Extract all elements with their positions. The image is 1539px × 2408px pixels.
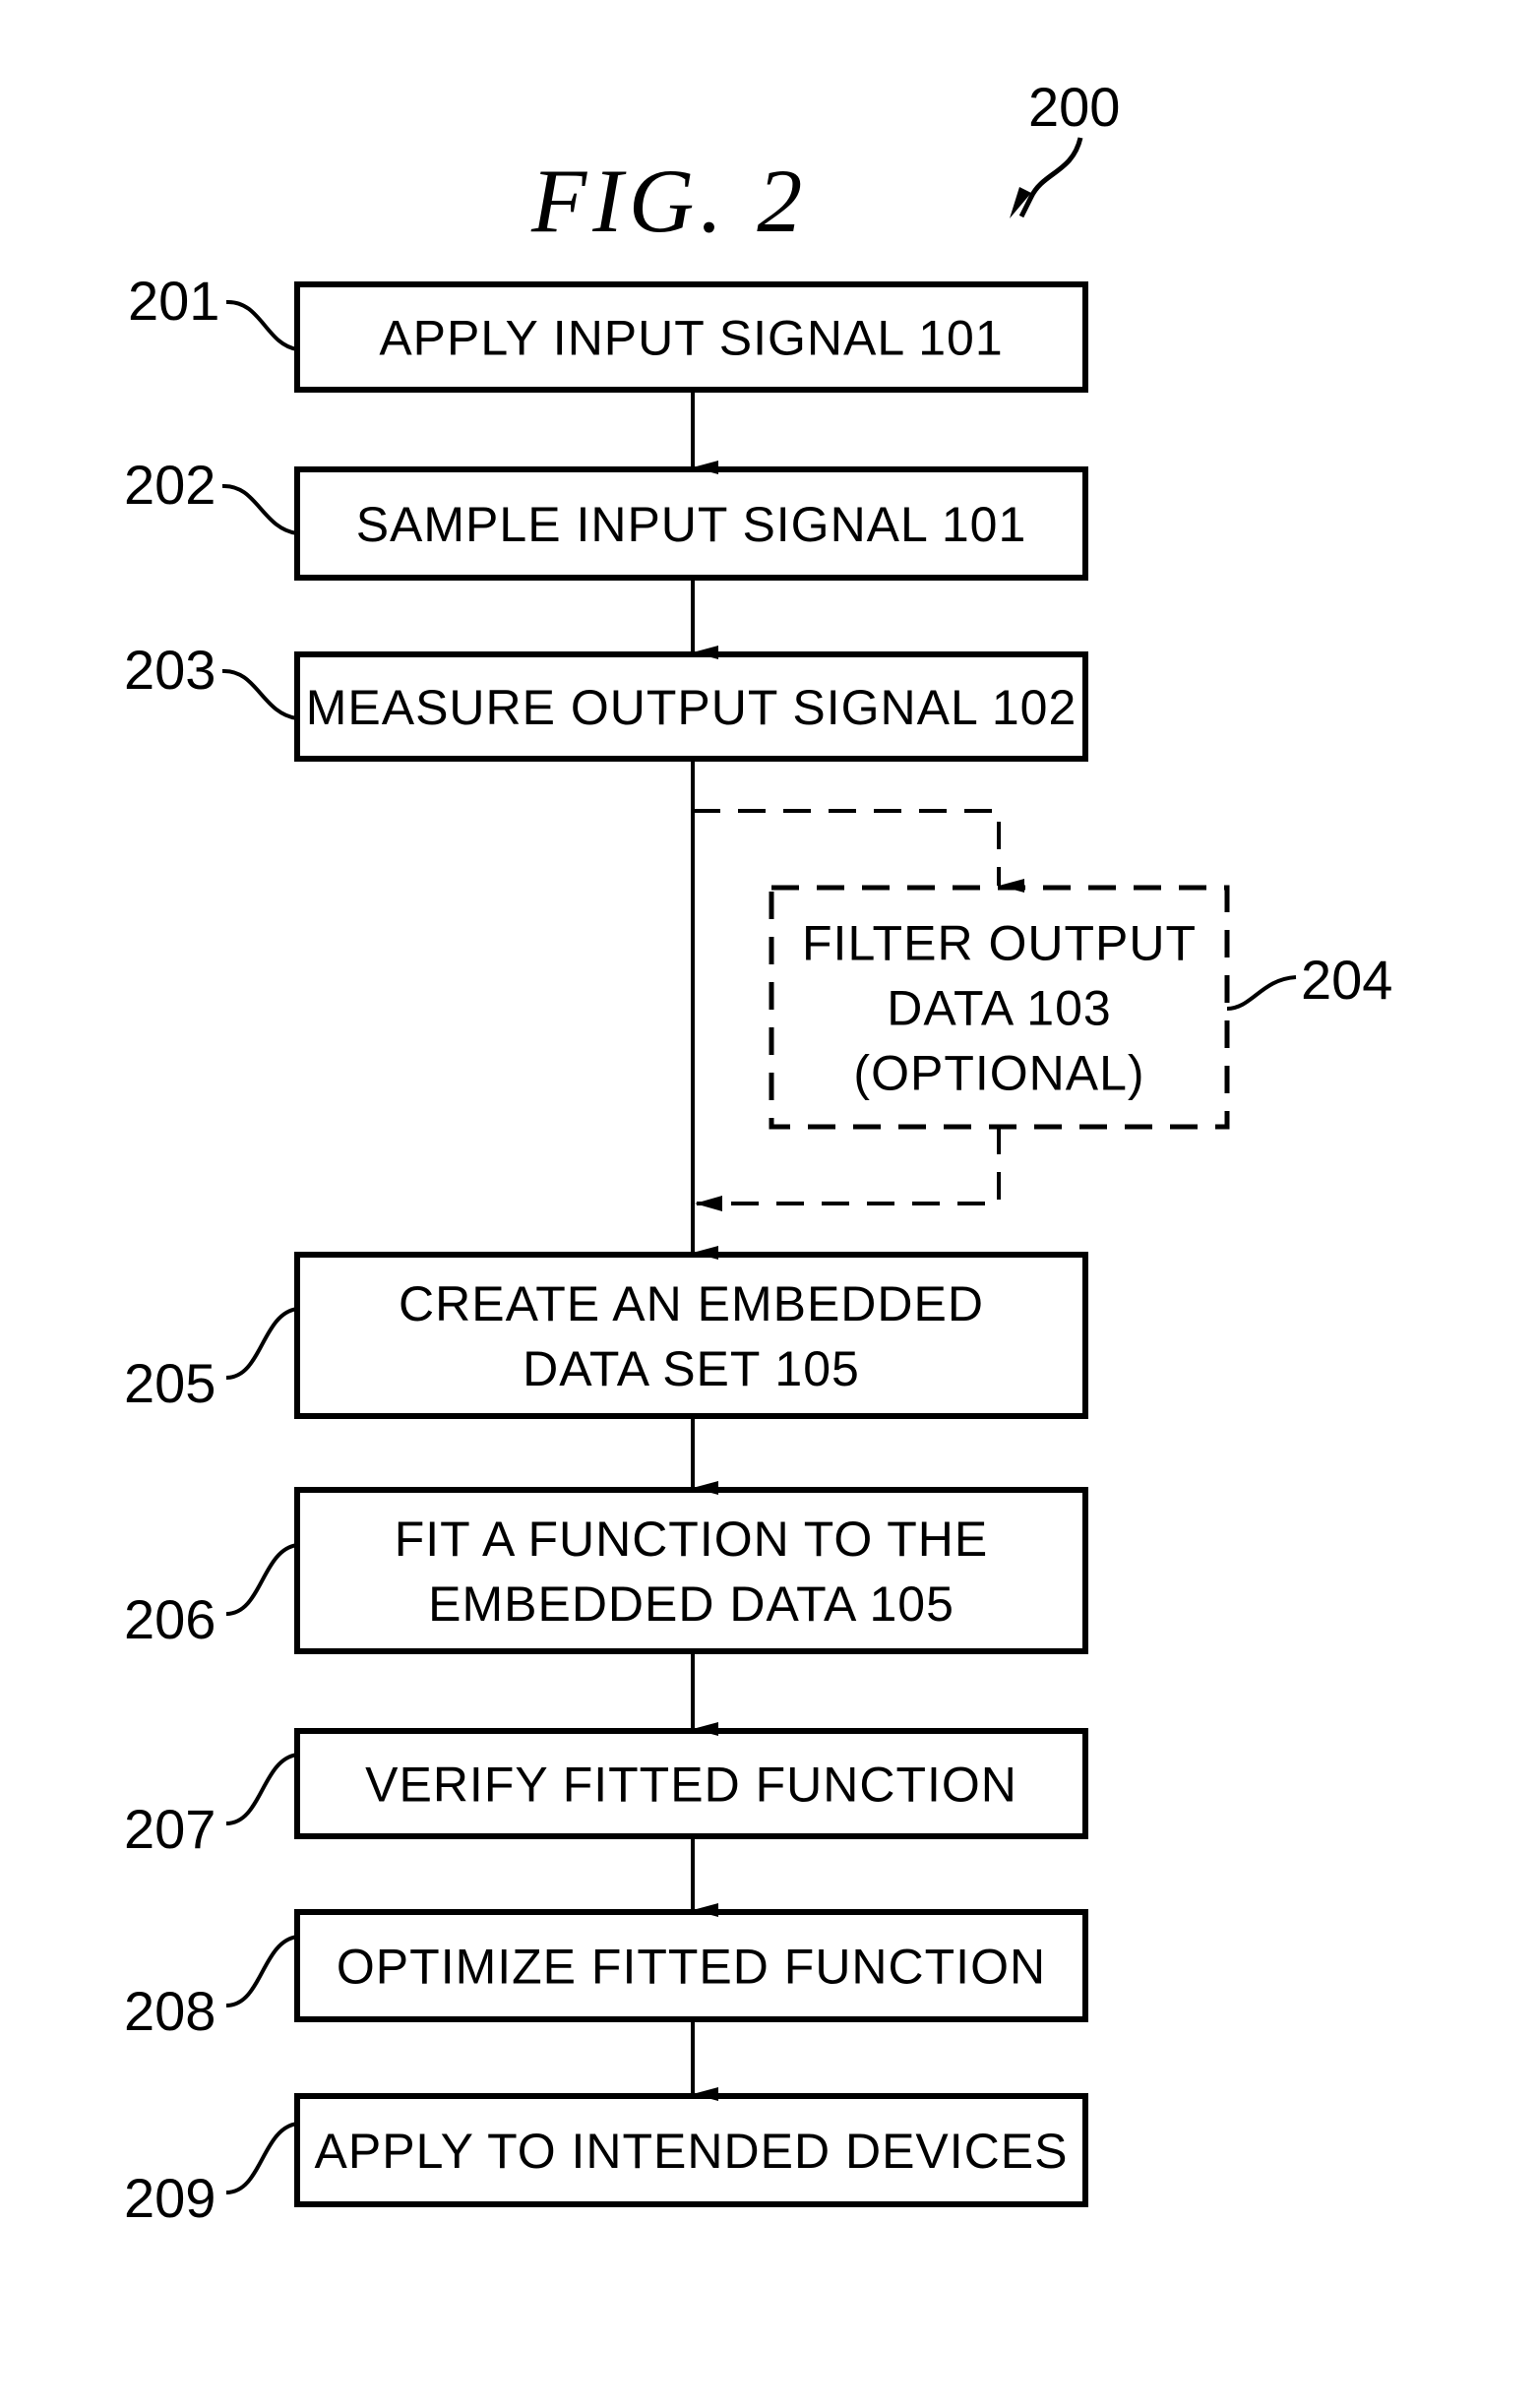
step-label-line: FILTER OUTPUT: [802, 916, 1197, 971]
optional-branch-arrow: [693, 809, 1024, 893]
step-label-line: MEASURE OUTPUT SIGNAL 102: [306, 680, 1077, 735]
reference-leader-line: [225, 2122, 298, 2194]
reference-leader-line: [221, 483, 298, 535]
step-label-line: APPLY INPUT SIGNAL 101: [379, 311, 1003, 366]
figure-reference-leader: [1018, 137, 1083, 218]
step-202: SAMPLE INPUT SIGNAL 101 202: [124, 454, 1088, 581]
reference-leader-line: [225, 1543, 298, 1616]
return-arrowhead-icon: [695, 1196, 722, 1211]
step-label-line: (OPTIONAL): [853, 1046, 1144, 1101]
step-reference-number: 208: [124, 1980, 215, 2042]
step-label-line: DATA SET 105: [523, 1341, 860, 1396]
step-reference-number: 204: [1301, 949, 1392, 1011]
step-label-line: DATA 103: [887, 981, 1111, 1036]
step-label-line: SAMPLE INPUT SIGNAL 101: [356, 497, 1027, 552]
step-label-line: OPTIMIZE FITTED FUNCTION: [337, 1940, 1046, 1995]
step-label-line: VERIFY FITTED FUNCTION: [365, 1758, 1017, 1813]
step-reference-number: 209: [124, 2167, 215, 2229]
step-label-line: CREATE AN EMBEDDED: [399, 1276, 984, 1331]
step-label-line: APPLY TO INTENDED DEVICES: [315, 2124, 1069, 2179]
figure-reference-number: 200: [1028, 76, 1120, 138]
reference-leader-line: [225, 299, 298, 351]
figure-title: FIG. 2: [530, 151, 808, 251]
step-203: MEASURE OUTPUT SIGNAL 102 203: [124, 639, 1088, 762]
step-reference-number: 206: [124, 1588, 215, 1650]
step-207: VERIFY FITTED FUNCTION 207: [124, 1728, 1088, 1860]
step-label-line: FIT A FUNCTION TO THE: [395, 1512, 989, 1567]
step-reference-number: 201: [128, 270, 219, 332]
flowchart-diagram: FIG. 2 200 APPLY INPUT SIGNAL 101 201 SAMP…: [124, 76, 1392, 2229]
step-label-line: EMBEDDED DATA 105: [428, 1576, 954, 1632]
step-reference-number: 203: [124, 639, 215, 701]
reference-leader-line: [221, 668, 298, 720]
optional-return-arrow: [697, 1127, 1001, 1205]
step-reference-number: 205: [124, 1352, 215, 1414]
step-204: FILTER OUTPUT DATA 103 (OPTIONAL) 204: [769, 885, 1392, 1130]
step-reference-number: 202: [124, 454, 215, 516]
reference-leader-line: [225, 1307, 298, 1380]
reference-leader-line: [225, 1935, 298, 2007]
step-209: APPLY TO INTENDED DEVICES 209: [124, 2093, 1088, 2229]
step-206: FIT A FUNCTION TO THE EMBEDDED DATA 105 20…: [124, 1487, 1088, 1654]
reference-leader-line: [225, 1753, 298, 1825]
reference-leader-line: [1226, 975, 1297, 1011]
step-208: OPTIMIZE FITTED FUNCTION 208: [124, 1909, 1088, 2042]
step-205: CREATE AN EMBEDDED DATA SET 105 205: [124, 1252, 1088, 1419]
step-reference-number: 207: [124, 1798, 215, 1860]
step-201: APPLY INPUT SIGNAL 101 201: [128, 270, 1088, 393]
